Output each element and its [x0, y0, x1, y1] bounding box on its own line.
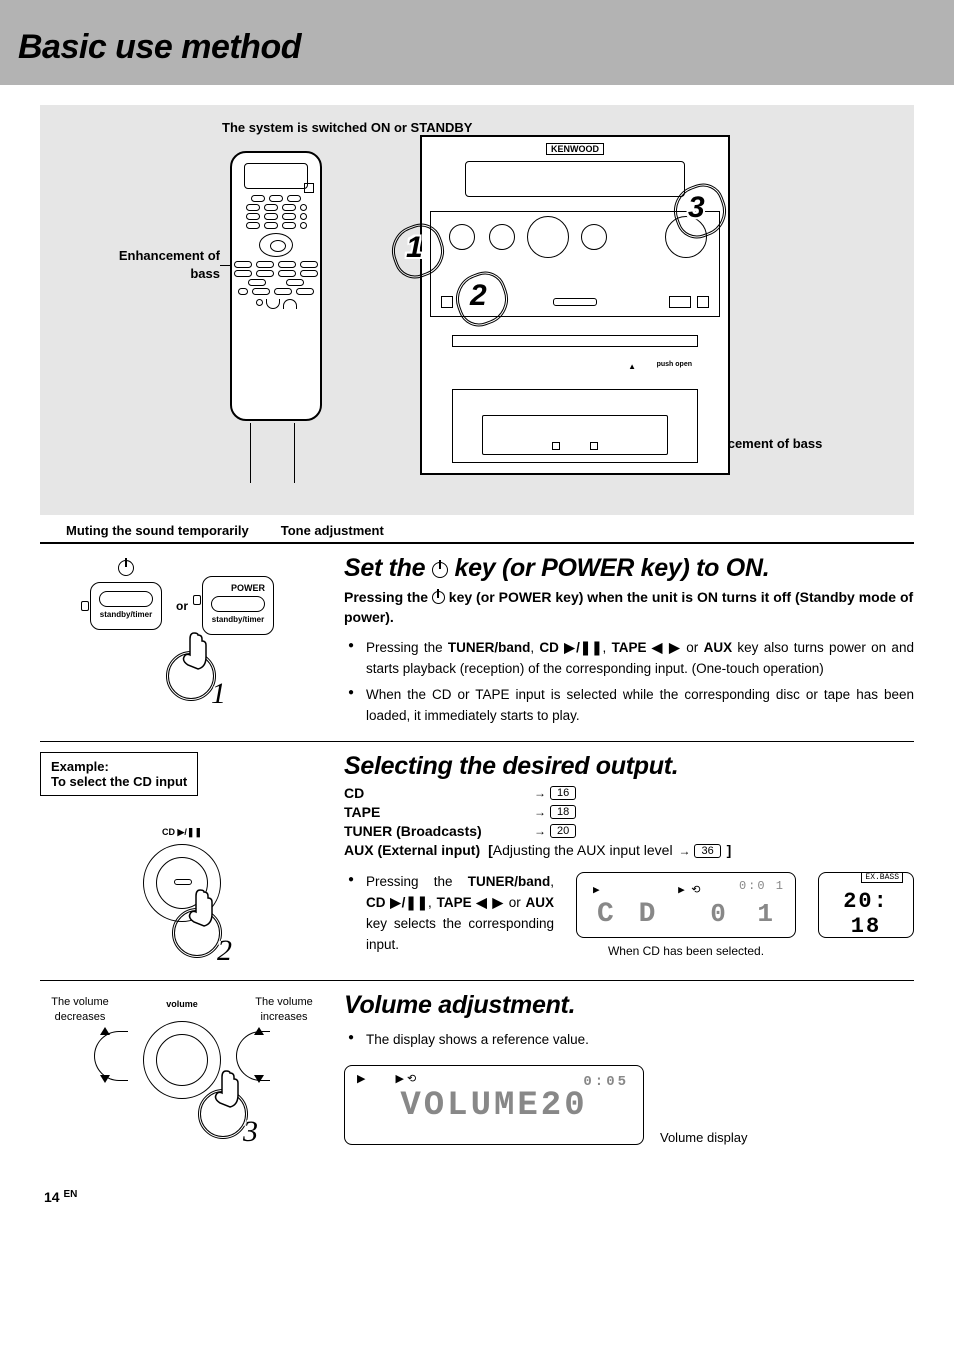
power-key-right: POWER standby/timer: [202, 576, 274, 635]
overview-diagram: The system is switched ON or STANDBY Enh…: [40, 105, 914, 515]
volume-display-caption: Volume display: [660, 1130, 747, 1145]
step-2: Example: To select the CD input CD ▶/❚❚ …: [40, 752, 914, 972]
lcd-caption: When CD has been selected.: [576, 944, 796, 958]
hand-press-2: 2: [166, 902, 228, 964]
or-label: or: [176, 599, 188, 613]
step3-heading: Volume adjustment.: [344, 991, 914, 1020]
hand-press-3: 3: [192, 1083, 254, 1145]
step-1: standby/timer or POWER standby/timer: [40, 554, 914, 733]
step1-bullet-1: Pressing the TUNER/band, CD ▶/❚❚, TAPE ◀…: [344, 638, 914, 680]
callout-tone: Tone adjustment: [281, 523, 384, 538]
step-badge-1: 1: [392, 225, 444, 277]
power-icon: [432, 562, 448, 578]
step-badge-3: 3: [674, 185, 726, 237]
power-icon: [432, 591, 445, 604]
vol-increase-label: The volume increases: [244, 995, 324, 1024]
step2-heading: Selecting the desired output.: [344, 752, 914, 781]
step3-bullet: The display shows a reference value.: [344, 1030, 914, 1051]
step1-subtitle: Pressing the key (or POWER key) when the…: [344, 587, 914, 628]
hand-press-1: 1: [160, 645, 222, 707]
power-key-left: standby/timer: [90, 582, 162, 630]
power-icon: [118, 560, 134, 576]
eject-icon: ▲: [628, 362, 636, 371]
brand-label: KENWOOD: [546, 143, 604, 155]
step2-bullet: Pressing the TUNER/band, CD ▶/❚❚, TAPE ◀…: [344, 872, 554, 956]
step-3: The volume decreases The volume increase…: [40, 991, 914, 1151]
callout-power: The system is switched ON or STANDBY: [222, 119, 472, 137]
step-badge-2: 2: [456, 273, 508, 325]
page-number: 14 EN: [0, 1179, 954, 1205]
callout-mute: Muting the sound temporarily: [66, 523, 249, 538]
callout-bass-left: Enhancement of bass: [96, 247, 220, 282]
volume-label: volume: [166, 999, 198, 1009]
remote-diagram: [230, 151, 322, 421]
lcd-clock-display: EX.BASS 20: 18: [818, 872, 914, 938]
output-table: CD→16 TAPE→18 TUNER (Broadcasts)→20 AUX …: [344, 785, 914, 858]
example-box: Example: To select the CD input: [40, 752, 198, 796]
lcd-volume-display: ▶ ▶ ⟲ 0:05 VOLUME20: [344, 1065, 644, 1145]
cd-key-label: CD ▶/❚❚: [162, 827, 202, 837]
lcd-cd-display: ▶ ▶ ⟲ 0:0 1 C D 0 1: [576, 872, 796, 938]
push-open-label: push open: [657, 361, 692, 368]
step1-heading: Set the key (or POWER key) to ON.: [344, 554, 914, 583]
step1-bullet-2: When the CD or TAPE input is selected wh…: [344, 685, 914, 727]
vol-decrease-label: The volume decreases: [40, 995, 120, 1024]
page-title: Basic use method: [18, 28, 954, 67]
